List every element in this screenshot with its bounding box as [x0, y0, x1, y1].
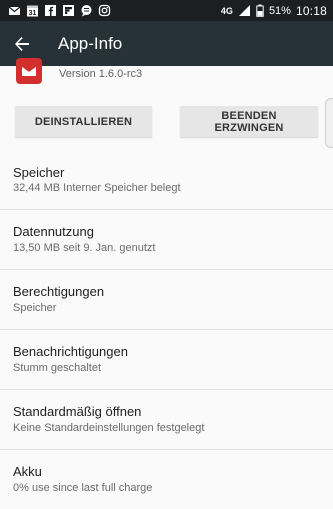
list-item-open-by-default[interactable]: Standardmäßig öffnen Keine Standardeinst… — [0, 390, 333, 450]
app-bar: App-Info — [0, 21, 333, 66]
item-title: Berechtigungen — [13, 284, 105, 299]
item-title: Akku — [13, 464, 42, 479]
arrow-back-icon — [15, 36, 29, 51]
instagram-icon — [98, 4, 111, 17]
app-header: Version 1.6.0-rc3 — [0, 58, 333, 88]
list-item-storage[interactable]: Speicher 32,44 MB Interner Speicher bele… — [0, 150, 333, 210]
calendar-icon: 31 — [26, 4, 39, 17]
item-subtitle: Stumm geschaltet — [13, 362, 102, 374]
notification-icons: 31 — [0, 4, 111, 17]
battery-icon — [256, 4, 264, 17]
action-buttons: DEINSTALLIEREN BEENDEN ERZWINGEN — [0, 106, 333, 138]
signal-icon — [238, 4, 251, 17]
item-title: Datennutzung — [13, 224, 94, 239]
item-title: Benachrichtigungen — [13, 344, 128, 359]
list-item-notifications[interactable]: Benachrichtigungen Stumm geschaltet — [0, 330, 333, 390]
facebook-icon — [44, 4, 57, 17]
item-subtitle: 32,44 MB Interner Speicher belegt — [13, 182, 181, 194]
uninstall-button[interactable]: DEINSTALLIEREN — [15, 106, 152, 137]
item-subtitle: 13,50 MB seit 9. Jan. genutzt — [13, 242, 156, 254]
item-title: Speicher — [13, 165, 65, 180]
page-title: App-Info — [58, 33, 123, 53]
calendar-day: 31 — [29, 10, 37, 17]
item-title: Standardmäßig öffnen — [13, 404, 142, 419]
list-item-battery[interactable]: Akku 0% use since last full charge — [0, 450, 333, 509]
clock: 10:18 — [295, 3, 327, 18]
battery-percent: 51% — [268, 4, 291, 17]
item-subtitle: 0% use since last full charge — [13, 482, 153, 494]
chat-icon — [80, 4, 93, 17]
app-icon — [14, 58, 44, 86]
status-bar: 31 4G 51% 10:18 — [0, 0, 333, 21]
app-version: Version 1.6.0-rc3 — [59, 68, 143, 80]
item-subtitle: Keine Standardeinstellungen festgelegt — [13, 422, 205, 434]
mail-icon — [8, 4, 21, 17]
list-item-data-usage[interactable]: Datennutzung 13,50 MB seit 9. Jan. genut… — [0, 210, 333, 270]
item-subtitle: Speicher — [13, 302, 57, 314]
force-stop-button[interactable]: BEENDEN ERZWINGEN — [180, 106, 318, 137]
network-type: 4G — [220, 5, 233, 16]
system-status: 4G 51% 10:18 — [221, 4, 333, 18]
settings-list: Speicher 32,44 MB Interner Speicher bele… — [0, 150, 333, 509]
list-item-permissions[interactable]: Berechtigungen Speicher — [0, 270, 333, 330]
flipboard-icon — [62, 4, 75, 17]
edge-panel-handle[interactable] — [325, 98, 333, 148]
